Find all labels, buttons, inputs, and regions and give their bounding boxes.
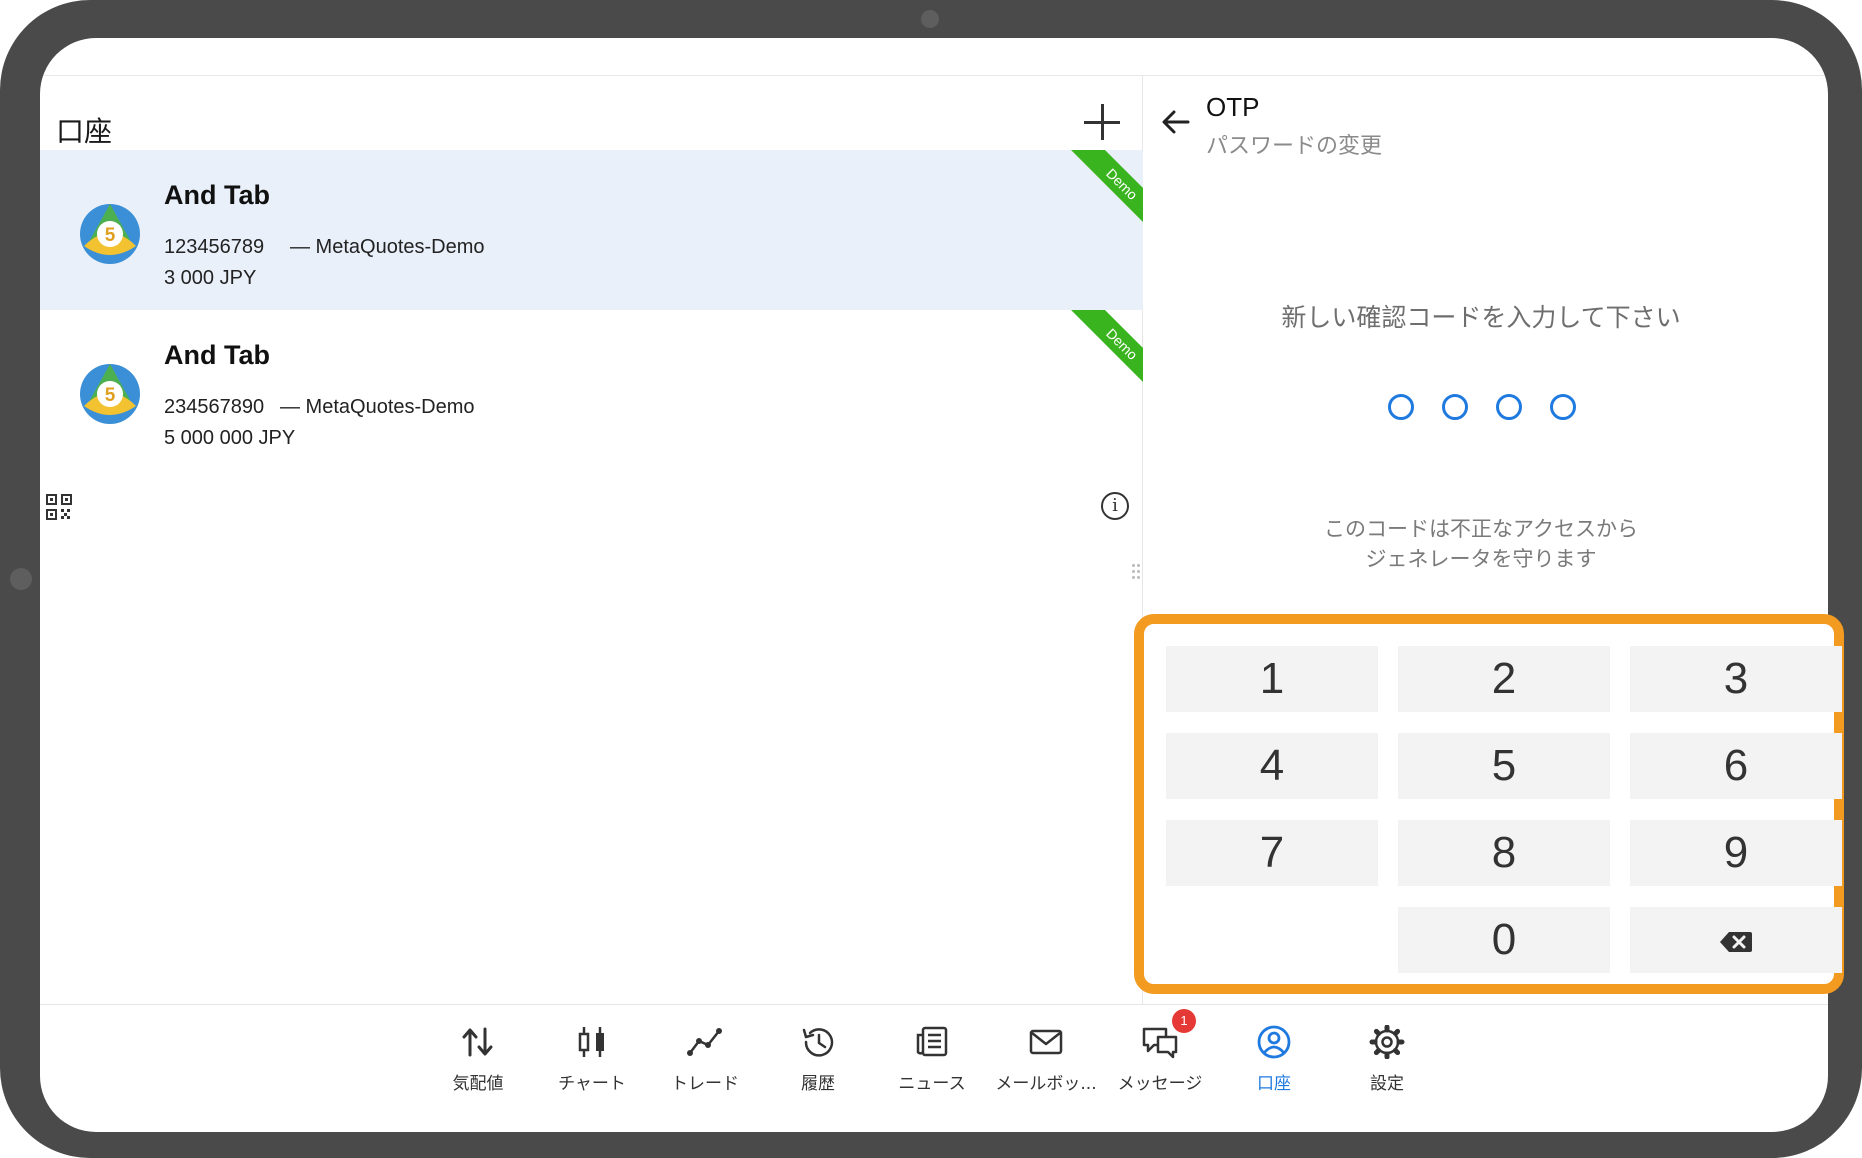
mailbox-icon bbox=[1029, 1029, 1063, 1055]
nav-item-chart[interactable]: チャート bbox=[536, 1019, 648, 1099]
status-bar bbox=[40, 38, 1828, 76]
account-login: 123456789 bbox=[164, 236, 265, 258]
key-8[interactable]: 8 bbox=[1398, 820, 1610, 886]
qr-code-icon[interactable] bbox=[46, 494, 72, 520]
account-name: And Tab bbox=[164, 180, 270, 210]
camera bbox=[921, 10, 939, 28]
key-6[interactable]: 6 bbox=[1630, 733, 1842, 799]
key-2[interactable]: 2 bbox=[1398, 646, 1610, 712]
otp-note: このコードは不正なアクセスから ジェネレータを守ります bbox=[1144, 514, 1818, 574]
metatrader-logo-icon: 5 bbox=[80, 204, 140, 264]
account-name: And Tab bbox=[164, 340, 270, 370]
code-digit-dot bbox=[1496, 394, 1522, 420]
history-icon bbox=[802, 1028, 834, 1057]
unread-badge: 1 bbox=[1172, 1009, 1196, 1033]
demo-badge: Demo bbox=[1067, 310, 1143, 399]
nav-label: メールボッ... bbox=[995, 1074, 1097, 1094]
svg-text:5: 5 bbox=[105, 225, 116, 246]
nav-item-accounts[interactable]: 口座 bbox=[1218, 1019, 1330, 1099]
nav-label: チャート bbox=[558, 1074, 626, 1094]
nav-label: 履歴 bbox=[801, 1074, 835, 1094]
nav-item-trade[interactable]: トレード bbox=[649, 1019, 761, 1099]
trade-icon bbox=[687, 1028, 722, 1056]
nav-item-quotes[interactable]: 気配値 bbox=[422, 1019, 534, 1099]
nav-label: ニュース bbox=[898, 1074, 966, 1094]
nav-item-messages[interactable]: メッセージ bbox=[1104, 1019, 1216, 1099]
nav-label: 設定 bbox=[1370, 1074, 1404, 1094]
backspace-key[interactable] bbox=[1630, 907, 1842, 973]
key-1[interactable]: 1 bbox=[1166, 646, 1378, 712]
code-digit-dot bbox=[1550, 394, 1576, 420]
back-arrow-icon[interactable] bbox=[1158, 104, 1194, 140]
key-0[interactable]: 0 bbox=[1398, 907, 1610, 973]
nav-item-news[interactable]: ニュース bbox=[876, 1019, 988, 1099]
key-4[interactable]: 4 bbox=[1166, 733, 1378, 799]
code-digit-dot bbox=[1388, 394, 1414, 420]
nav-item-mailbox[interactable]: メールボッ... bbox=[990, 1019, 1102, 1099]
key-9[interactable]: 9 bbox=[1630, 820, 1842, 886]
quotes-icon bbox=[462, 1027, 493, 1057]
code-indicator bbox=[1388, 394, 1588, 424]
accounts-icon bbox=[1257, 1025, 1291, 1059]
messages-icon bbox=[1142, 1027, 1178, 1059]
account-server: — MetaQuotes-Demo bbox=[280, 396, 475, 418]
nav-label: 口座 bbox=[1257, 1074, 1291, 1094]
news-icon bbox=[916, 1026, 948, 1057]
svg-text:5: 5 bbox=[105, 385, 116, 406]
backspace-icon bbox=[1720, 932, 1752, 952]
side-sensor bbox=[10, 568, 32, 590]
settings-icon bbox=[1369, 1025, 1405, 1059]
key-5[interactable]: 5 bbox=[1398, 733, 1610, 799]
account-row[interactable]: 5 And Tab 123456789 — MetaQuotes-Demo 3 … bbox=[40, 150, 1143, 310]
account-balance: 3 000 JPY bbox=[164, 267, 257, 289]
key-3[interactable]: 3 bbox=[1630, 646, 1842, 712]
account-login: 234567890 bbox=[164, 396, 265, 418]
otp-subtitle: パスワードの変更 bbox=[1206, 134, 1383, 159]
chart-icon bbox=[578, 1027, 604, 1057]
nav-label: 気配値 bbox=[452, 1074, 504, 1094]
otp-note-line: このコードは不正なアクセスから bbox=[1324, 517, 1638, 541]
code-digit-dot bbox=[1442, 394, 1468, 420]
nav-label: メッセージ bbox=[1117, 1074, 1203, 1094]
otp-prompt: 新しい確認コードを入力して下さい bbox=[1281, 303, 1681, 332]
nav-label: トレード bbox=[671, 1074, 739, 1094]
demo-badge: Demo bbox=[1067, 150, 1143, 239]
metatrader-logo-icon: 5 bbox=[80, 364, 140, 424]
otp-title: OTP bbox=[1206, 92, 1260, 122]
bottom-navigation: 気配値 チャート トレード 履歴 ニュース メールボッ... メッセージ 1 口… bbox=[40, 1004, 1828, 1132]
otp-note-line: ジェネレータを守ります bbox=[1365, 547, 1597, 571]
account-balance: 5 000 000 JPY bbox=[164, 427, 296, 449]
info-icon[interactable]: i bbox=[1101, 492, 1129, 520]
account-row[interactable]: 5 And Tab 234567890 — MetaQuotes-Demo 5 … bbox=[40, 310, 1143, 470]
keypad: 1 2 3 4 5 6 7 8 9 0 bbox=[1134, 614, 1844, 994]
add-account-button[interactable] bbox=[1080, 100, 1124, 144]
nav-item-settings[interactable]: 設定 bbox=[1331, 1019, 1443, 1099]
account-server: — MetaQuotes-Demo bbox=[290, 236, 485, 258]
key-7[interactable]: 7 bbox=[1166, 820, 1378, 886]
accounts-panel: 口座 5 And Tab 123456789 — MetaQuotes-Demo… bbox=[40, 76, 1143, 1004]
page-title: 口座 bbox=[56, 115, 113, 148]
pane-resize-handle[interactable] bbox=[1132, 564, 1142, 584]
nav-item-history[interactable]: 履歴 bbox=[762, 1019, 874, 1099]
